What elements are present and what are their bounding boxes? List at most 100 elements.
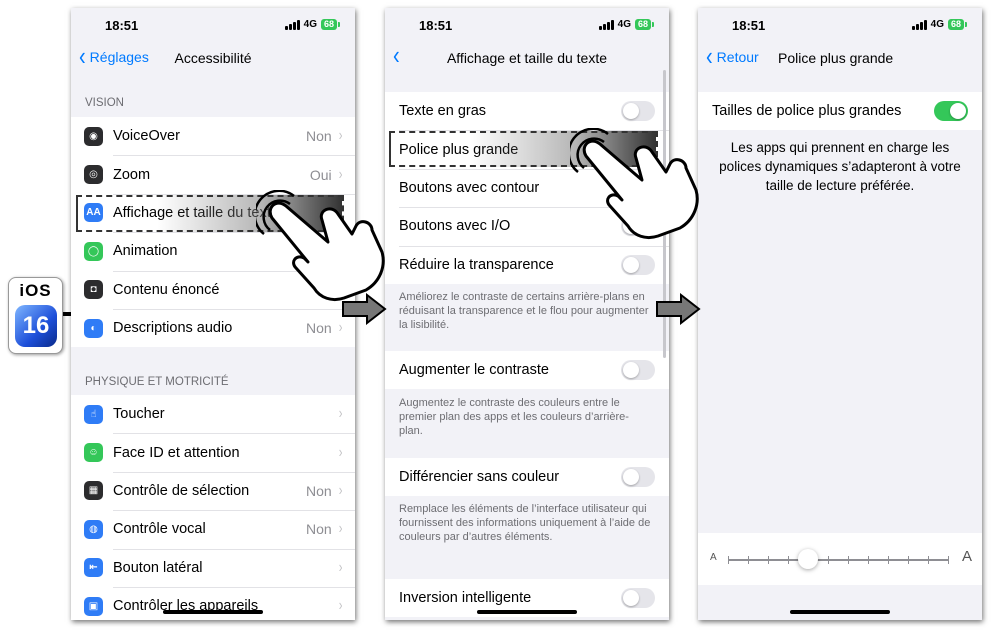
switch-control-icon: ▦ (84, 481, 103, 501)
option-toggle[interactable] (621, 101, 655, 122)
differentiate-footer: Remplace les éléments de l’interface uti… (399, 503, 651, 543)
zoom-icon: ◎ (84, 165, 103, 185)
slider-tick (948, 556, 949, 564)
signal-icon (911, 19, 927, 30)
chevron-left-icon: ‹ (706, 42, 713, 72)
voice-control-icon: ◍ (84, 519, 103, 539)
slider-tick (908, 556, 909, 564)
chevron-right-icon: › (338, 127, 343, 145)
settings-row[interactable]: ◍ Contrôle vocal Non › (71, 510, 355, 548)
larger-text-toggle[interactable] (934, 101, 968, 121)
ios-16-icon: 16 (15, 305, 57, 347)
voiceover-icon: ◉ (84, 126, 103, 146)
slider-thumb[interactable] (798, 549, 818, 569)
settings-row-label: Contrôle vocal (113, 521, 206, 538)
transparency-footer: Améliorez le contraste de certains arriè… (399, 291, 649, 331)
option-toggle[interactable] (621, 360, 655, 381)
settings-row-label: Contrôle de sélection (113, 482, 250, 499)
battery-icon: 68 (634, 19, 655, 30)
display-option-row[interactable]: Augmenter le contraste (385, 351, 669, 389)
larger-text-group: Tailles de police plus grandes (698, 92, 982, 130)
chevron-right-icon: › (338, 165, 343, 183)
larger-text-switch-row[interactable]: Tailles de police plus grandes (698, 92, 982, 130)
slider-tick (828, 556, 829, 564)
slider-tick (868, 556, 869, 564)
settings-row[interactable]: ◉ VoiceOver Non › (71, 117, 355, 155)
slider-tick (888, 556, 889, 564)
settings-row-value: Non (305, 128, 332, 145)
status-bar: 18:51 4G 68 (385, 8, 669, 40)
slider-tick (728, 556, 729, 564)
phone-larger-text: 18:51 4G 68 ‹ Retour Police plus grande Ta… (698, 8, 982, 620)
settings-row[interactable]: ◐ Descriptions audio Non › (71, 308, 355, 347)
display-option-row[interactable]: Texte en gras (385, 92, 669, 130)
status-time: 18:51 (105, 18, 139, 33)
control-devices-icon: ▣ (84, 596, 103, 616)
display-option-row[interactable]: Réduire la transparence (385, 245, 669, 284)
slider-tick (848, 556, 849, 564)
ios-version-badge: iOS 16 (8, 277, 63, 354)
nav-bar: ‹ Réglages Accessibilité (71, 40, 355, 76)
chevron-right-icon: › (338, 520, 343, 538)
option-toggle[interactable] (621, 254, 655, 275)
status-bar: 18:51 4G 68 (698, 8, 982, 40)
text-size-slider[interactable] (728, 549, 949, 569)
arrow-right-icon (656, 293, 701, 325)
settings-row[interactable]: ☝ Toucher › (71, 395, 355, 433)
tap-hand-icon (570, 128, 699, 240)
settings-row-value: Non (305, 320, 332, 337)
chevron-right-icon: › (338, 443, 343, 461)
phone-display-text-size: 18:51 4G 68 ‹ Affichage et taille du text… (385, 8, 669, 620)
chevron-right-icon: › (338, 597, 343, 615)
page-title: Police plus grande (778, 50, 894, 66)
option-toggle[interactable] (621, 467, 655, 488)
settings-row-label: Zoom (113, 166, 151, 183)
ios-version-number: 16 (22, 312, 50, 339)
settings-row[interactable]: ▦ Contrôle de sélection Non › (71, 471, 355, 510)
tap-hand-icon (256, 190, 385, 302)
option-toggle[interactable] (621, 588, 655, 609)
slider-tick (748, 556, 749, 564)
settings-row-label: Descriptions audio (113, 320, 233, 337)
settings-row-label: Face ID et attention (113, 444, 240, 461)
differentiate-group: Différencier sans couleur (385, 458, 669, 497)
settings-row[interactable]: ◎ Zoom Oui › (71, 155, 355, 193)
touch-icon: ☝ (84, 404, 103, 424)
nav-bar: ‹ Retour Police plus grande (698, 40, 982, 76)
arrow-right-icon (342, 293, 387, 325)
ios-label: iOS (19, 281, 52, 300)
contrast-group: Augmenter le contraste (385, 351, 669, 390)
display-option-label: Inversion intelligente (399, 590, 532, 607)
signal-icon (598, 19, 614, 30)
battery-icon: 68 (947, 19, 968, 30)
back-button[interactable]: ‹ Retour (706, 42, 759, 72)
text-size-slider-panel: A A (698, 533, 982, 585)
back-label: Retour (716, 49, 759, 65)
status-bar: 18:51 4G 68 (71, 8, 355, 40)
settings-row-value: Non (305, 521, 332, 538)
slider-tick (768, 556, 769, 564)
slider-max-label: A (961, 548, 972, 565)
display-option-label: Augmenter le contraste (399, 362, 549, 379)
settings-row[interactable]: ▣ Contrôler les appareils › (71, 586, 355, 620)
physique-group: ☝ Toucher › ☺ Face ID et attention › ▦ Contrôle… (71, 395, 355, 620)
side-button-icon: ⇤ (84, 558, 103, 578)
larger-text-description: Les apps qui prennent en charge les poli… (719, 140, 961, 193)
slider-min-label: A (710, 552, 717, 563)
settings-row[interactable]: ☺ Face ID et attention › (71, 433, 355, 471)
section-header-vision: VISION (85, 97, 124, 109)
settings-row-value: Oui (309, 166, 332, 183)
home-indicator (790, 610, 890, 614)
chevron-right-icon: › (338, 405, 343, 423)
network-label: 4G (617, 19, 631, 30)
display-option-label: Texte en gras (399, 103, 487, 120)
contrast-footer: Augmentez le contraste des couleurs entr… (399, 397, 629, 437)
status-time: 18:51 (732, 18, 766, 33)
settings-row-label: VoiceOver (113, 128, 180, 145)
settings-row-label: Bouton latéral (113, 559, 203, 576)
settings-row[interactable]: ⇤ Bouton latéral › (71, 548, 355, 587)
display-option-row[interactable]: Différencier sans couleur (385, 458, 669, 496)
display-option-label: Différencier sans couleur (399, 469, 560, 486)
section-header-physique: PHYSIQUE ET MOTRICITÉ (85, 376, 229, 388)
slider-tick (928, 556, 929, 564)
